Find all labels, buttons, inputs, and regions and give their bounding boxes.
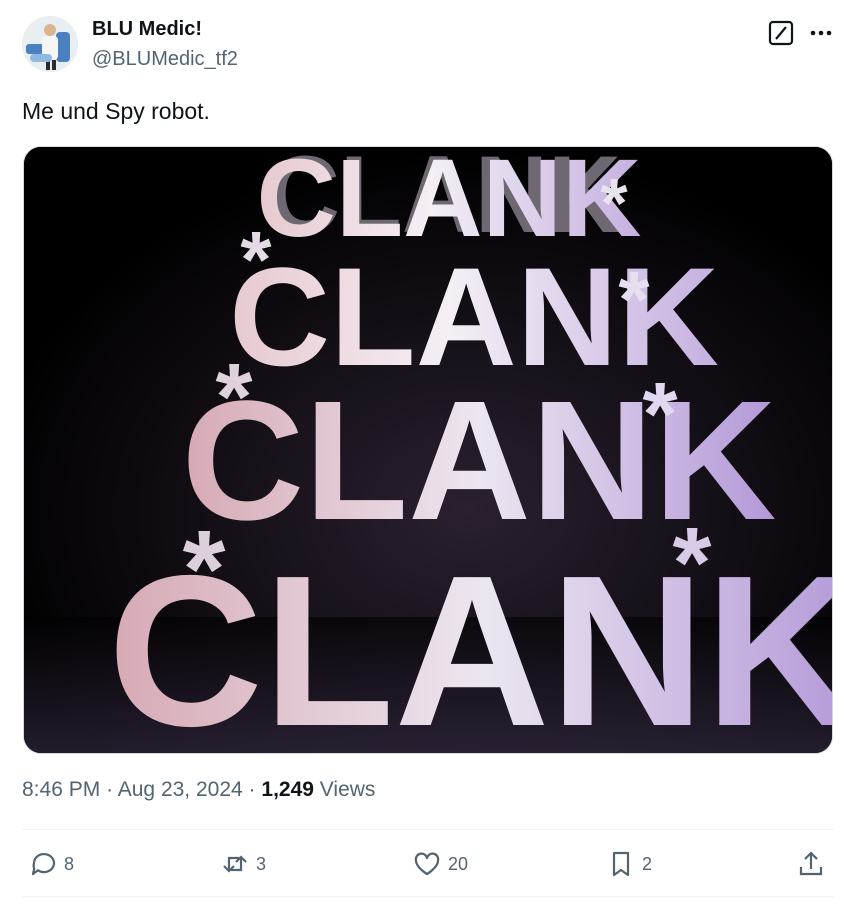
avatar-image [22,16,78,72]
post-header: BLU Medic! @BLUMedic_tf2 [0,0,856,80]
like-icon [414,852,440,876]
asterisk-3: * [618,255,650,344]
asterisk-5: * [642,365,677,465]
clank-image: CLANK CLANK CLANK CLANK CLANK * * * * * … [24,147,832,753]
bookmark-count: 2 [642,853,653,874]
repost-count: 3 [256,853,267,874]
share-icon [799,851,823,876]
asterisk-6: * [183,508,226,631]
asterisk-1: * [600,164,628,242]
more-icon [810,30,832,36]
grok-icon [768,20,794,46]
reply-button[interactable]: 8 [28,846,74,882]
divider [22,829,834,830]
asterisk-7: * [673,507,712,619]
author-name[interactable]: BLU Medic! [92,18,202,41]
more-button[interactable] [806,20,836,46]
post-image[interactable]: CLANK CLANK CLANK CLANK CLANK * * * * * … [23,146,833,754]
share-button[interactable] [796,846,826,882]
asterisk-2: * [240,215,272,304]
like-button[interactable]: 20 [412,846,468,882]
post-time[interactable]: 8:46 PM [22,778,100,801]
meta-separator: · [106,778,114,801]
meta-separator-2: · [248,778,256,801]
reply-icon [31,853,56,876]
like-count: 20 [448,853,469,874]
reply-count: 8 [64,853,75,874]
post-meta: 8:46 PM · Aug 23, 2024 · 1,249 Views [22,778,375,802]
author-handle[interactable]: @BLUMedic_tf2 [92,48,238,71]
repost-icon [223,855,247,873]
post-text: Me und Spy robot. [22,98,210,124]
avatar[interactable] [22,16,78,72]
post-date[interactable]: Aug 23, 2024 [118,778,243,801]
views-count: 1,249 [261,778,314,801]
repost-button[interactable]: 3 [220,846,266,882]
grok-button[interactable] [768,20,794,46]
views-label: Views [319,778,376,801]
bookmark-icon [612,851,630,877]
divider-bottom [22,896,834,897]
bookmark-button[interactable]: 2 [606,846,652,882]
asterisk-4: * [216,344,253,450]
